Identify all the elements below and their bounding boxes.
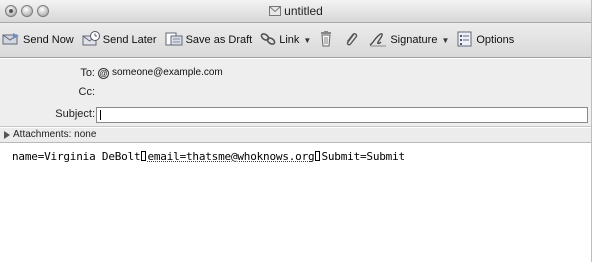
subject-label: Subject:	[55, 108, 95, 120]
attach-button[interactable]	[344, 31, 361, 50]
options-icon	[457, 31, 473, 50]
to-recipient[interactable]: @ someone@example.com	[98, 67, 223, 79]
control-char-box	[315, 151, 321, 161]
message-body[interactable]: name=Virginia DeBolt email=thatsme@whokno…	[0, 144, 592, 262]
window-title-container: untitled	[0, 4, 592, 19]
paperclip-icon	[344, 31, 358, 50]
address-at-icon: @	[98, 68, 109, 79]
options-button[interactable]: Options	[457, 31, 514, 50]
control-char-box	[141, 151, 147, 161]
disclosure-triangle-icon[interactable]	[4, 131, 10, 139]
delete-button[interactable]	[319, 30, 336, 50]
link-label: Link	[279, 34, 300, 46]
link-icon	[260, 32, 276, 49]
to-recipient-address: someone@example.com	[112, 67, 223, 78]
save-draft-icon	[165, 31, 183, 50]
message-body-text: name=Virginia DeBolt email=thatsme@whokno…	[12, 150, 405, 163]
signature-icon	[369, 31, 387, 50]
attachments-bar[interactable]: Attachments: none	[0, 128, 592, 143]
to-label: To:	[80, 67, 95, 79]
body-part-email: email=thatsme@whoknows.org	[147, 150, 315, 163]
title-bar: untitled	[0, 0, 592, 23]
cc-field[interactable]	[96, 83, 588, 99]
signature-label: Signature	[390, 34, 438, 46]
options-label: Options	[476, 34, 515, 46]
link-dropdown-icon[interactable]: ▼	[303, 36, 311, 45]
save-draft-button[interactable]: Save as Draft	[165, 31, 253, 50]
send-later-icon	[82, 30, 100, 50]
body-part-name: name=Virginia DeBolt	[12, 150, 141, 163]
window-title: untitled	[284, 4, 323, 18]
send-later-label: Send Later	[102, 34, 157, 46]
signature-dropdown-icon[interactable]: ▼	[441, 36, 449, 45]
subject-field[interactable]	[96, 107, 588, 123]
trash-icon	[319, 30, 333, 50]
text-caret	[100, 110, 101, 120]
signature-button[interactable]: Signature ▼	[369, 31, 449, 50]
send-now-label: Send Now	[23, 34, 74, 46]
send-later-button[interactable]: Send Later	[82, 30, 157, 50]
compose-window: untitled Send Now Send Later Save as Dra…	[0, 0, 592, 262]
save-draft-label: Save as Draft	[185, 34, 253, 46]
send-now-icon	[2, 32, 20, 49]
document-envelope-icon	[269, 5, 282, 19]
send-now-button[interactable]: Send Now	[2, 32, 74, 49]
body-part-submit: Submit=Submit	[321, 150, 405, 163]
cc-label: Cc:	[78, 86, 96, 98]
link-button[interactable]: Link ▼	[260, 32, 311, 49]
compose-toolbar: Send Now Send Later Save as Draft Link ▼	[0, 23, 592, 58]
attachments-label: Attachments: none	[13, 129, 97, 140]
